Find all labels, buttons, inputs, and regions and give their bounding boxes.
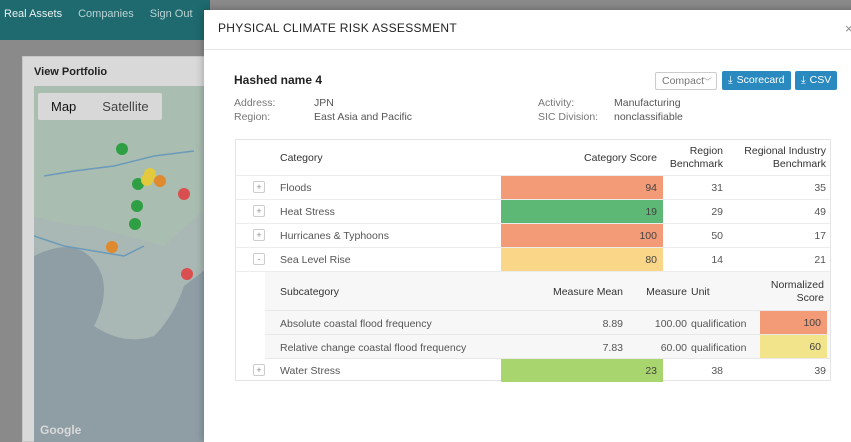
region-benchmark: 38	[711, 365, 723, 377]
category-name: Water Stress	[280, 365, 341, 377]
expand-toggle[interactable]: +	[253, 364, 265, 376]
google-logo: Google	[40, 423, 82, 437]
industry-benchmark: 39	[814, 365, 826, 377]
region-benchmark: 31	[711, 182, 723, 194]
category-score: 94	[501, 176, 663, 199]
region-benchmark: 50	[711, 230, 723, 242]
category-score: 80	[501, 248, 663, 271]
category-name: Hurricanes & Typhoons	[280, 230, 389, 242]
collapse-toggle[interactable]: -	[253, 253, 265, 265]
header-category-score: Category Score	[584, 152, 657, 164]
map-marker-green	[116, 143, 128, 155]
subcategory-name: Relative change coastal flood frequency	[280, 342, 467, 354]
map-view[interactable]	[34, 86, 210, 442]
download-icon: ⤓	[801, 74, 806, 86]
map-marker-green	[129, 218, 141, 230]
normalized-score: 60	[760, 335, 827, 358]
expand-toggle[interactable]: +	[253, 181, 265, 193]
header-region-benchmark-1: Region	[689, 145, 723, 157]
map-marker-green	[131, 200, 143, 212]
measure-mean: 8.89	[602, 318, 623, 330]
nav-sign-out[interactable]: Sign Out	[150, 8, 193, 20]
map-marker-red	[178, 188, 190, 200]
measure-value: 100.00	[654, 318, 687, 330]
header-normalized-2: Score	[796, 292, 824, 304]
region-label: Region:	[234, 111, 271, 123]
table-header: Category Category Score Region Benchmark…	[236, 140, 830, 176]
category-score: 19	[501, 200, 663, 223]
map-marker-orange	[154, 175, 166, 187]
satellite-button[interactable]: Satellite	[89, 93, 161, 120]
scorecard-label: Scorecard	[736, 74, 785, 86]
measure-value: 60.00	[660, 342, 687, 354]
view-mode-select[interactable]: Compact ﹀	[655, 72, 717, 90]
header-industry-benchmark-1: Regional Industry	[744, 145, 826, 157]
subcategory-row: Relative change coastal flood frequency …	[265, 335, 830, 359]
scorecard-button[interactable]: ⤓ Scorecard	[722, 71, 791, 90]
header-measure-mean: Measure Mean	[552, 286, 623, 298]
table-row-floods: + Floods 94 31 35	[236, 176, 830, 200]
close-icon[interactable]: ×	[845, 21, 851, 36]
activity-value: Manufacturing	[614, 97, 681, 109]
subcategory-row: Absolute coastal flood frequency 8.89 10…	[265, 311, 830, 335]
risk-table: Category Category Score Region Benchmark…	[235, 139, 831, 382]
header-unit: Unit	[691, 286, 710, 298]
view-mode-value: Compact	[662, 75, 705, 87]
subcategory-table: Subcategory Measure Mean Measure Unit No…	[265, 272, 830, 359]
csv-button[interactable]: ⤓ CSV	[795, 71, 838, 90]
map-type-toggle: Map Satellite	[38, 93, 162, 120]
industry-benchmark: 49	[814, 206, 826, 218]
map-marker-red	[181, 268, 193, 280]
address-label: Address:	[234, 97, 276, 109]
subcategory-header: Subcategory Measure Mean Measure Unit No…	[265, 272, 830, 311]
address-value: JPN	[314, 97, 334, 109]
table-row-hurricanes-typhoons: + Hurricanes & Typhoons 100 50 17	[236, 224, 830, 248]
measure-unit: qualification	[691, 318, 747, 330]
chevron-down-icon: ﹀	[702, 77, 712, 87]
header-subcategory: Subcategory	[280, 286, 339, 298]
subcategory-name: Absolute coastal flood frequency	[280, 318, 432, 330]
modal-title: PHYSICAL CLIMATE RISK ASSESSMENT	[218, 21, 457, 35]
nav-real-assets[interactable]: Real Assets	[4, 8, 62, 20]
sic-division-label: SIC Division:	[538, 111, 599, 123]
header-region-benchmark-2: Benchmark	[669, 158, 723, 170]
measure-mean: 7.83	[602, 342, 623, 354]
region-benchmark: 29	[711, 206, 723, 218]
top-nav: Real Assets Companies Sign Out	[0, 0, 210, 40]
map-marker-yellow	[144, 168, 156, 180]
expand-toggle[interactable]: +	[253, 205, 265, 217]
activity-label: Activity:	[538, 97, 575, 109]
modal-header: PHYSICAL CLIMATE RISK ASSESSMENT	[204, 10, 851, 50]
category-name: Heat Stress	[280, 206, 335, 218]
asset-name: Hashed name 4	[234, 73, 323, 87]
panel-title: View Portfolio	[34, 66, 108, 78]
header-normalized-1: Normalized	[770, 279, 824, 291]
industry-benchmark: 21	[814, 254, 826, 266]
header-measure: Measure	[646, 286, 687, 298]
sic-division-value: nonclassifiable	[614, 111, 683, 123]
table-row-water-stress: + Water Stress 23 38 39	[236, 359, 830, 382]
csv-label: CSV	[809, 74, 832, 86]
expand-toggle[interactable]: +	[253, 229, 265, 241]
category-name: Sea Level Rise	[280, 254, 351, 266]
region-benchmark: 14	[711, 254, 723, 266]
category-score: 100	[501, 224, 663, 247]
table-row-sea-level-rise: - Sea Level Rise 80 14 21	[236, 248, 830, 272]
map-canvas	[34, 86, 210, 442]
map-marker-orange	[106, 241, 118, 253]
climate-risk-modal: PHYSICAL CLIMATE RISK ASSESSMENT × Hashe…	[204, 10, 851, 442]
industry-benchmark: 17	[814, 230, 826, 242]
industry-benchmark: 35	[814, 182, 826, 194]
map-button[interactable]: Map	[38, 93, 89, 120]
normalized-score: 100	[760, 311, 827, 334]
download-icon: ⤓	[728, 74, 733, 86]
header-industry-benchmark-2: Benchmark	[772, 158, 826, 170]
measure-unit: qualification	[691, 342, 747, 354]
nav-companies[interactable]: Companies	[78, 8, 134, 20]
category-name: Floods	[280, 182, 312, 194]
header-category: Category	[280, 152, 323, 164]
table-row-heat-stress: + Heat Stress 19 29 49	[236, 200, 830, 224]
category-score: 23	[501, 359, 663, 382]
region-value: East Asia and Pacific	[314, 111, 413, 123]
